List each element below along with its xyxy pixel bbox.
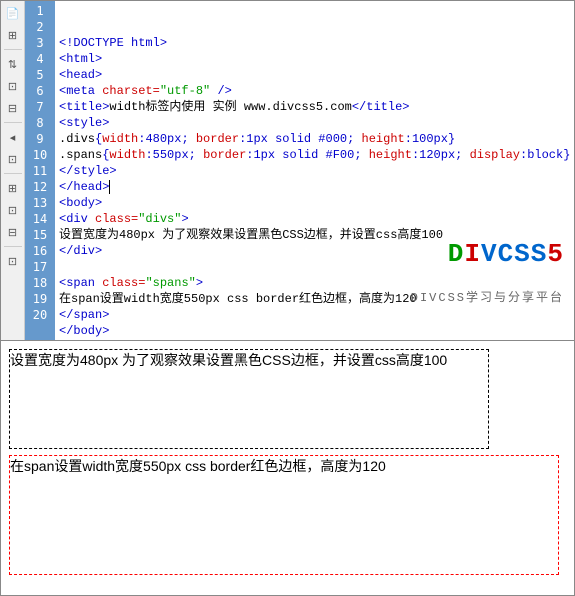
tool-button-14[interactable]: ⊡: [3, 251, 23, 271]
line-number: 14: [25, 211, 55, 227]
line-number: 12: [25, 179, 55, 195]
line-number: 18: [25, 275, 55, 291]
line-number: 17: [25, 259, 55, 275]
preview-pane: 设置宽度为480px 为了观察效果设置黑色CSS边框，并设置css高度100 在…: [1, 341, 574, 595]
code-line[interactable]: <body>: [59, 195, 570, 211]
tool-button-0[interactable]: 📄: [3, 3, 23, 23]
preview-span-box: 在span设置width宽度550px css border红色边框，高度为12…: [9, 455, 559, 575]
code-line[interactable]: <meta charset="utf-8" />: [59, 83, 570, 99]
code-line[interactable]: .spans{width:550px; border:1px solid #F0…: [59, 147, 570, 163]
line-number: 15: [25, 227, 55, 243]
code-line[interactable]: <style>: [59, 115, 570, 131]
code-line[interactable]: .divs{width:480px; border:1px solid #000…: [59, 131, 570, 147]
tool-button-7[interactable]: ◂: [3, 127, 23, 147]
line-number: 13: [25, 195, 55, 211]
toolbar-separator: [4, 173, 22, 174]
tool-button-4[interactable]: ⊡: [3, 76, 23, 96]
line-number: 16: [25, 243, 55, 259]
tool-button-1[interactable]: ⊞: [3, 25, 23, 45]
watermark-logo: DIVCSS5 DIVCSS学习与分享平台: [411, 214, 564, 338]
code-line[interactable]: </style>: [59, 163, 570, 179]
tool-button-10[interactable]: ⊞: [3, 178, 23, 198]
line-number: 11: [25, 163, 55, 179]
code-line[interactable]: </html>: [59, 339, 570, 340]
line-number: 7: [25, 99, 55, 115]
code-line[interactable]: </head>: [59, 179, 570, 195]
line-number: 1: [25, 3, 55, 19]
code-line[interactable]: <title>width标签内使用 实例 www.divcss5.com</ti…: [59, 99, 570, 115]
tool-button-8[interactable]: ⊡: [3, 149, 23, 169]
code-line[interactable]: <!DOCTYPE html>: [59, 35, 570, 51]
line-number: 19: [25, 291, 55, 307]
line-number: 3: [25, 35, 55, 51]
logo-text: DIVCSS5: [411, 246, 564, 262]
line-number: 2: [25, 19, 55, 35]
tool-button-3[interactable]: ⇅: [3, 54, 23, 74]
logo-subtitle: DIVCSS学习与分享平台: [411, 290, 564, 306]
toolbar: 📄⊞⇅⊡⊟◂⊡⊞⊡⊟⊡: [1, 1, 25, 340]
toolbar-separator: [4, 122, 22, 123]
toolbar-separator: [4, 246, 22, 247]
line-gutter: 1234567891011121314151617181920: [25, 1, 55, 340]
code-editor[interactable]: <!DOCTYPE html><html><head><meta charset…: [55, 1, 574, 340]
line-number: 4: [25, 51, 55, 67]
line-number: 6: [25, 83, 55, 99]
tool-button-12[interactable]: ⊟: [3, 222, 23, 242]
code-line[interactable]: <html>: [59, 51, 570, 67]
editor-window: 📄⊞⇅⊡⊟◂⊡⊞⊡⊟⊡ 1234567891011121314151617181…: [0, 0, 575, 596]
preview-div-box: 设置宽度为480px 为了观察效果设置黑色CSS边框，并设置css高度100: [9, 349, 489, 449]
line-number: 10: [25, 147, 55, 163]
line-number: 20: [25, 307, 55, 323]
line-number: 9: [25, 131, 55, 147]
tool-button-11[interactable]: ⊡: [3, 200, 23, 220]
code-line[interactable]: <head>: [59, 67, 570, 83]
tool-button-5[interactable]: ⊟: [3, 98, 23, 118]
toolbar-separator: [4, 49, 22, 50]
line-number: 8: [25, 115, 55, 131]
line-number: 5: [25, 67, 55, 83]
code-pane: 📄⊞⇅⊡⊟◂⊡⊞⊡⊟⊡ 1234567891011121314151617181…: [1, 1, 574, 341]
